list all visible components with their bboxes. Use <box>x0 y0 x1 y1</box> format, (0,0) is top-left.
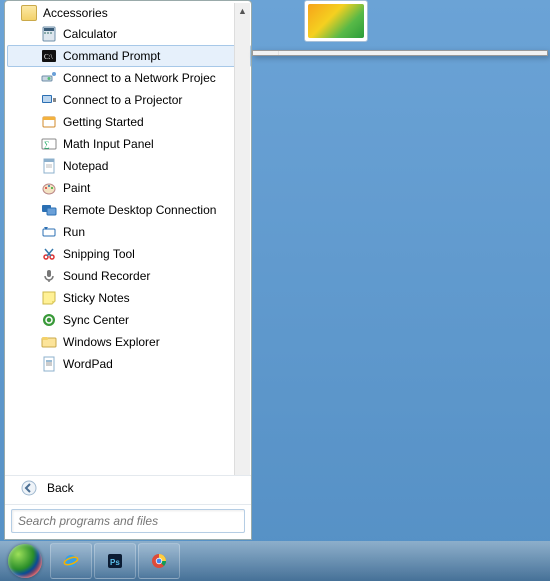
program-item-label: Remote Desktop Connection <box>63 203 216 217</box>
scroll-up-arrow-icon[interactable]: ▲ <box>235 3 250 19</box>
program-item-label: Connect to a Projector <box>63 93 182 107</box>
program-item-label: Paint <box>63 181 90 195</box>
program-item-windows-explorer[interactable]: Windows Explorer <box>7 331 251 353</box>
start-menu: Accessories CalculatorC:\Command PromptC… <box>4 0 252 540</box>
snipping-tool-icon <box>41 246 57 262</box>
math-input-icon: ∑ <box>41 136 57 152</box>
search-input[interactable] <box>11 509 245 533</box>
program-item-remote-desktop-connection[interactable]: Remote Desktop Connection <box>7 199 251 221</box>
program-item-label: Sound Recorder <box>63 269 150 283</box>
program-list-scrollbar[interactable]: ▲ <box>234 3 250 475</box>
program-item-connect-to-a-network-projec[interactable]: Connect to a Network Projec <box>7 67 251 89</box>
program-item-label: Sticky Notes <box>63 291 130 305</box>
taskbar-pin-ie[interactable] <box>50 543 92 579</box>
taskbar-pin-chrome[interactable] <box>138 543 180 579</box>
program-item-label: Notepad <box>63 159 108 173</box>
sync-center-icon <box>41 312 57 328</box>
rdc-icon <box>41 202 57 218</box>
calculator-icon <box>41 26 57 42</box>
wordpad-icon <box>41 356 57 372</box>
program-item-sticky-notes[interactable]: Sticky Notes <box>7 287 251 309</box>
ie-icon <box>60 550 82 572</box>
projector-icon <box>41 92 57 108</box>
program-item-label: Sync Center <box>63 313 129 327</box>
user-picture-icon <box>308 4 364 38</box>
back-label: Back <box>47 481 74 495</box>
sticky-notes-icon <box>41 290 57 306</box>
program-item-math-input-panel[interactable]: ∑ Math Input Panel <box>7 133 251 155</box>
back-arrow-icon <box>21 480 37 496</box>
folder-open-icon <box>21 5 37 21</box>
svg-text:Ps: Ps <box>110 558 120 567</box>
start-menu-right-panel <box>252 0 548 48</box>
context-menu <box>252 50 548 56</box>
sound-recorder-icon <box>41 268 57 284</box>
folder-header-accessories[interactable]: Accessories <box>7 3 251 23</box>
program-item-getting-started[interactable]: Getting Started <box>7 111 251 133</box>
program-item-label: Math Input Panel <box>63 137 154 151</box>
program-item-label: Connect to a Network Projec <box>63 71 216 85</box>
program-item-label: Snipping Tool <box>63 247 135 261</box>
chrome-icon <box>148 550 170 572</box>
context-menu-gutter <box>253 51 279 55</box>
photoshop-icon: Ps <box>104 550 126 572</box>
getting-started-icon <box>41 114 57 130</box>
program-item-label: Calculator <box>63 27 117 41</box>
program-item-snipping-tool[interactable]: Snipping Tool <box>7 243 251 265</box>
back-button[interactable]: Back <box>5 475 251 504</box>
program-item-label: Windows Explorer <box>63 335 160 349</box>
paint-icon <box>41 180 57 196</box>
program-item-label: Run <box>63 225 85 239</box>
program-item-command-prompt[interactable]: C:\ Command Prompt <box>7 45 251 67</box>
start-orb-icon <box>8 544 42 578</box>
taskbar: Ps <box>0 541 550 581</box>
search-box-container <box>5 504 251 539</box>
program-item-paint[interactable]: Paint <box>7 177 251 199</box>
program-item-wordpad[interactable]: WordPad <box>7 353 251 375</box>
svg-text:∑: ∑ <box>44 140 50 149</box>
run-icon <box>41 224 57 240</box>
user-picture-frame[interactable] <box>304 0 368 42</box>
program-item-calculator[interactable]: Calculator <box>7 23 251 45</box>
network-projector-icon <box>41 70 57 86</box>
program-item-sync-center[interactable]: Sync Center <box>7 309 251 331</box>
start-button[interactable] <box>2 543 48 579</box>
program-item-sound-recorder[interactable]: Sound Recorder <box>7 265 251 287</box>
program-item-label: WordPad <box>63 357 113 371</box>
explorer-icon <box>41 334 57 350</box>
program-item-label: Command Prompt <box>63 49 160 63</box>
program-item-notepad[interactable]: Notepad <box>7 155 251 177</box>
notepad-icon <box>41 158 57 174</box>
all-programs-list: Accessories CalculatorC:\Command PromptC… <box>5 1 251 475</box>
program-item-connect-to-a-projector[interactable]: Connect to a Projector <box>7 89 251 111</box>
taskbar-pin-photoshop[interactable]: Ps <box>94 543 136 579</box>
program-item-label: Getting Started <box>63 115 144 129</box>
svg-text:C:\: C:\ <box>44 53 53 61</box>
folder-label: Accessories <box>43 6 108 20</box>
program-item-run[interactable]: Run <box>7 221 251 243</box>
cmd-icon: C:\ <box>41 48 57 64</box>
